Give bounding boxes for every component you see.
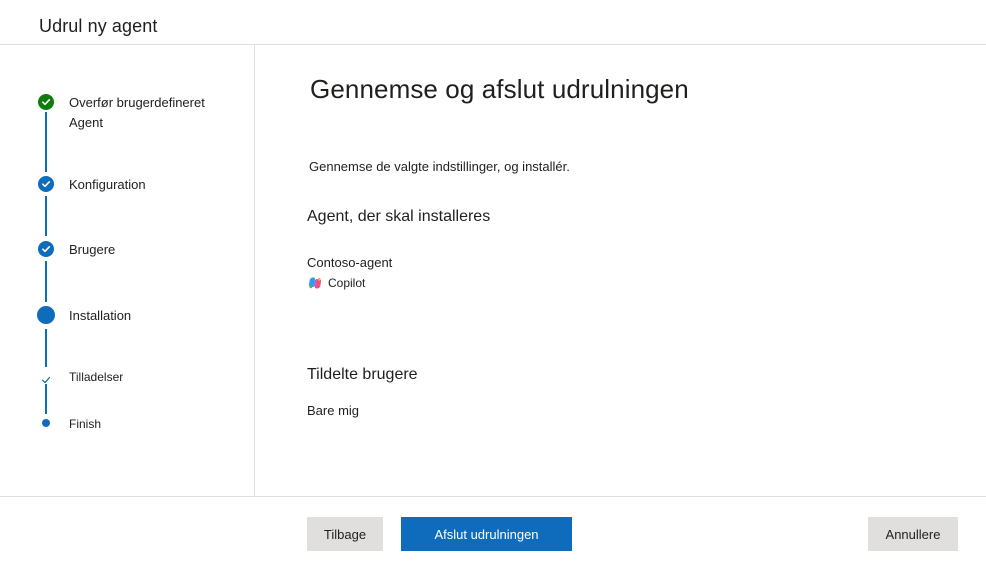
agent-section-heading: Agent, der skal installeres — [307, 208, 491, 225]
review-instructions: Gennemse de valgte indstillinger, og ins… — [309, 159, 570, 174]
step-label-configuration: Konfiguration — [69, 177, 146, 192]
substep-check-icon — [41, 372, 51, 390]
copilot-icon — [308, 277, 322, 289]
dialog-header: Udrul ny agent — [0, 0, 986, 45]
step-complete-check-icon — [38, 241, 54, 257]
agent-name: Contoso-agent — [307, 255, 393, 270]
assigned-users-value: Bare mig — [307, 403, 360, 418]
step-connector — [45, 112, 47, 172]
step-sidebar: Overfør brugerdefineret Agent Konfigurat… — [0, 45, 255, 496]
dialog-title: Udrul ny agent — [39, 16, 158, 36]
review-panel: Gennemse og afslut udrulningen Gennemse … — [256, 45, 986, 496]
step-complete-check-icon — [38, 176, 54, 192]
step-connector — [45, 261, 47, 302]
substep-pending-dot-icon — [42, 419, 50, 427]
substep-label-permissions: Tilladelser — [69, 370, 124, 384]
finish-deployment-button[interactable]: Afslut udrulningen — [401, 517, 572, 551]
step-current-indicator-icon — [37, 306, 55, 324]
users-section-heading: Tildelte brugere — [307, 366, 418, 383]
dialog-footer: Tilbage Afslut udrulningen Annullere — [0, 496, 986, 562]
back-button[interactable]: Tilbage — [307, 517, 383, 551]
step-connector — [45, 196, 47, 236]
step-label-upload: Overfør brugerdefineret Agent — [69, 95, 205, 130]
step-label-users: Brugere — [69, 242, 116, 257]
step-complete-check-icon — [38, 94, 54, 110]
page-title: Gennemse og afslut udrulningen — [310, 74, 689, 104]
substep-label-finish: Finish — [69, 417, 102, 431]
agent-platform: Copilot — [308, 276, 365, 290]
step-label-installation: Installation — [69, 308, 132, 323]
agent-platform-label: Copilot — [328, 276, 366, 290]
deploy-agent-dialog: Udrul ny agent Overfør brugerdefineret A… — [0, 0, 986, 562]
step-connector — [45, 329, 47, 367]
cancel-button[interactable]: Annullere — [868, 517, 958, 551]
